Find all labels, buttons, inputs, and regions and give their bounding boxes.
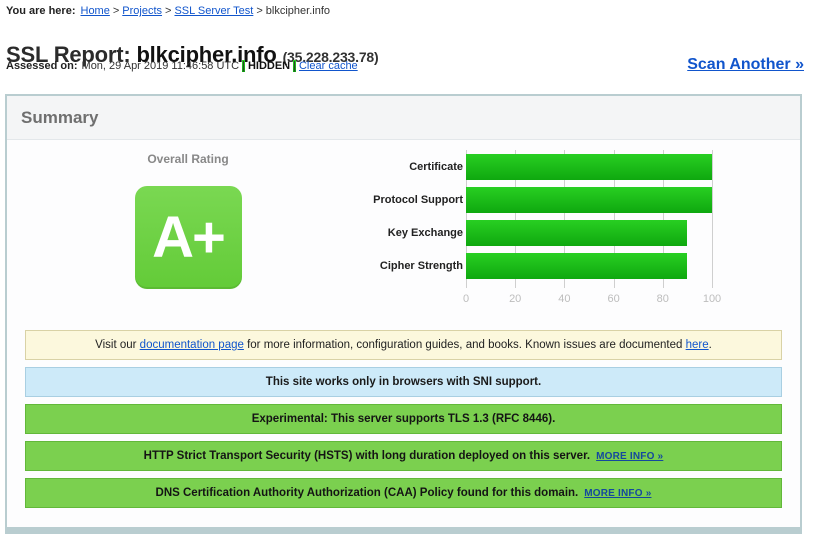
notice-box-2: This site works only in browsers with SN… xyxy=(25,367,782,397)
notice-text: for more information, configuration guid… xyxy=(243,339,686,351)
chart-bar-row xyxy=(466,220,712,246)
chart-label-certificate: Certificate xyxy=(409,161,463,173)
grade-badge: A+ xyxy=(134,186,242,289)
chart-label-protocol-support: Protocol Support xyxy=(373,194,463,206)
summary-top-section: Overall Rating A+ Certificate Protocol Su… xyxy=(7,140,800,330)
chart-gridline xyxy=(712,150,713,288)
breadcrumb-separator: > xyxy=(112,5,120,17)
chart-bar-row xyxy=(466,187,712,213)
summary-panel-body: Overall Rating A+ Certificate Protocol Su… xyxy=(7,140,800,527)
chart-x-tick-label: 40 xyxy=(558,293,571,305)
notice-list: Visit our documentation page for more in… xyxy=(7,330,800,508)
rating-breakdown-chart: Certificate Protocol Support Key Exchange C… xyxy=(367,150,737,325)
grade-value: A+ xyxy=(152,204,226,270)
more-info-link[interactable]: MORE INFO » xyxy=(584,488,651,499)
breadcrumb-item-home[interactable]: Home xyxy=(81,5,110,17)
notice-text: DNS Certification Authority Authorizatio… xyxy=(155,487,579,499)
chart-bar-row xyxy=(466,154,712,180)
notice-box-1: Visit our documentation page for more in… xyxy=(25,330,782,360)
notice-link-here[interactable]: here xyxy=(686,339,709,351)
summary-panel: Summary Overall Rating A+ Certificate Pro… xyxy=(5,94,802,534)
notice-text: Experimental: This server supports TLS 1… xyxy=(251,413,556,425)
summary-panel-header: Summary xyxy=(7,96,800,140)
scan-another-link[interactable]: Scan Another » xyxy=(687,56,804,74)
breadcrumb-lead: You are here: xyxy=(6,5,76,17)
summary-title: Summary xyxy=(21,108,99,127)
assessed-value: Mon, 29 Apr 2019 11:46:58 UTC xyxy=(81,60,240,72)
overall-rating-label: Overall Rating xyxy=(147,152,229,166)
chart-bar-certificate xyxy=(466,154,712,180)
notice-text: Visit our xyxy=(95,339,140,351)
assessed-separator-2: | xyxy=(293,60,296,72)
chart-x-tick-label: 60 xyxy=(607,293,620,305)
notice-link-documentation-page[interactable]: documentation page xyxy=(140,339,244,351)
chart-x-tick-label: 100 xyxy=(702,293,722,305)
notice-box-5: DNS Certification Authority Authorizatio… xyxy=(25,478,782,508)
assessed-label: Assessed on: xyxy=(6,60,78,72)
breadcrumb-item-ssl-server-test[interactable]: SSL Server Test xyxy=(174,5,253,17)
chart-bar-protocol-support xyxy=(466,187,712,213)
breadcrumb-separator: > xyxy=(165,5,172,17)
breadcrumb-item-projects[interactable]: Projects xyxy=(122,5,162,17)
chart-x-tick-label: 0 xyxy=(462,293,470,305)
breadcrumb: You are here: Home > Projects > SSL Server Te… xyxy=(6,5,330,17)
chart-bar-key-exchange xyxy=(466,220,688,246)
chart-bar-cipher-strength xyxy=(466,253,688,279)
chart-x-tick-label: 20 xyxy=(509,293,522,305)
hidden-badge: HIDDEN xyxy=(247,60,291,72)
notice-text: This site works only in browsers with SN… xyxy=(265,376,542,388)
chart-label-cipher-strength: Cipher Strength xyxy=(379,260,463,272)
more-info-link[interactable]: MORE INFO » xyxy=(596,451,663,462)
notice-text: HTTP Strict Transport Security (HSTS) wi… xyxy=(143,450,591,462)
notice-text: . xyxy=(708,339,712,351)
chart-x-tick-label: 80 xyxy=(656,293,669,305)
chart-bar-row xyxy=(466,253,712,279)
assessed-separator-1: | xyxy=(242,60,245,72)
notice-box-4: HTTP Strict Transport Security (HSTS) wi… xyxy=(25,441,782,471)
chart-label-key-exchange: Key Exchange xyxy=(387,227,463,239)
breadcrumb-separator: > xyxy=(256,5,263,17)
chart-plot-area xyxy=(466,150,713,288)
chart-x-axis: 0 20 40 60 80 100 xyxy=(462,290,721,308)
assessed-line: Assessed on: Mon, 29 Apr 2019 11:46:58 UT… xyxy=(6,60,358,72)
clear-cache-link[interactable]: Clear cache xyxy=(299,60,358,72)
overall-rating-block: Overall Rating A+ xyxy=(110,140,266,289)
notice-box-3: Experimental: This server supports TLS 1… xyxy=(25,404,782,434)
breadcrumb-item-blkcipher-info: blkcipher.info xyxy=(265,5,330,17)
